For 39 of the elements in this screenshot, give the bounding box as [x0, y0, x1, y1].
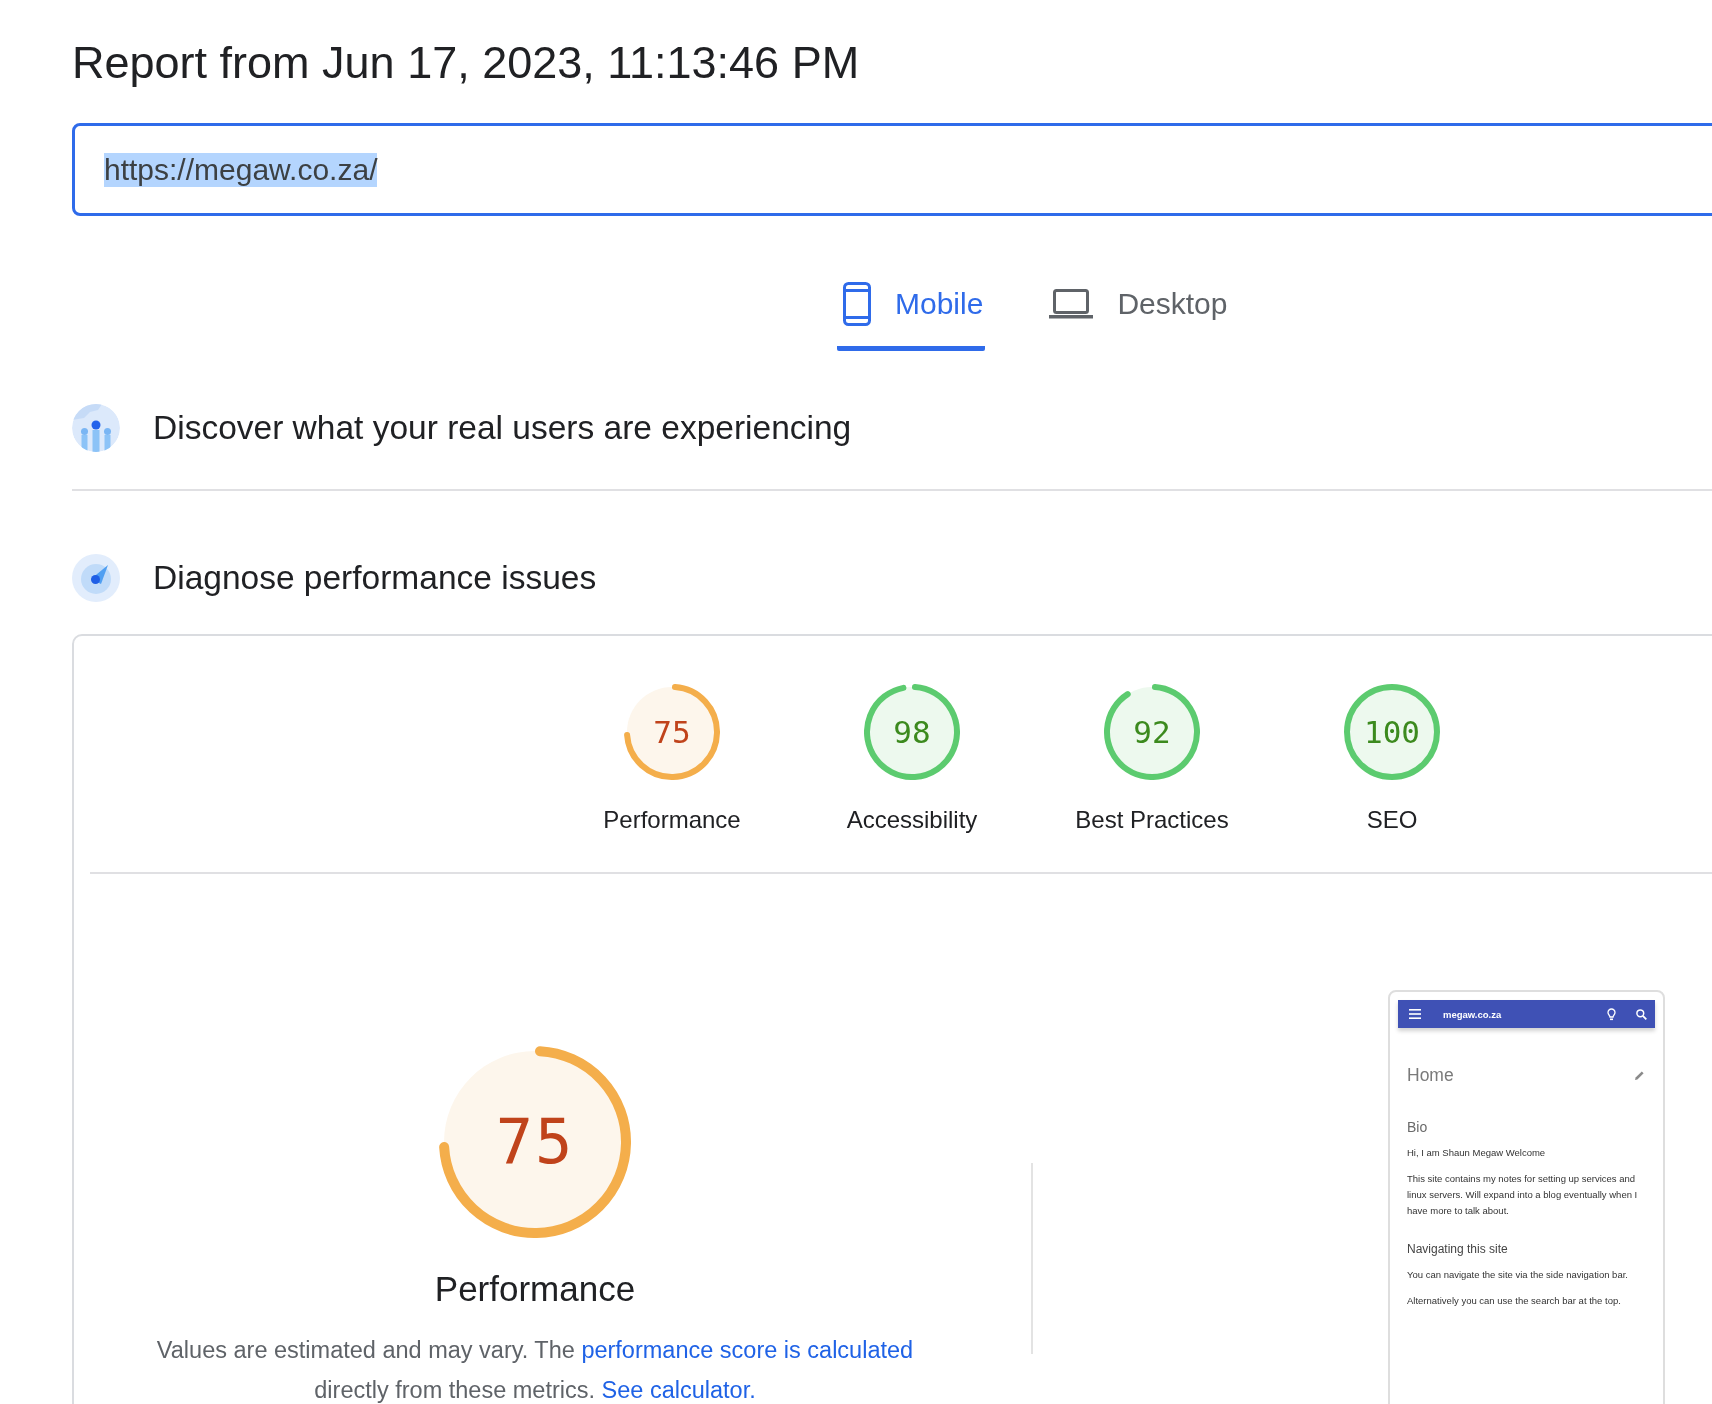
paragraph: Alternatively you can use the search bar at the top. [1407, 1294, 1622, 1308]
category-label: Performance [603, 806, 741, 834]
section-heading: Bio [1407, 1119, 1429, 1135]
dial-icon [72, 554, 120, 602]
paragraph: This site contains my notes for setting up services and linux servers. Will expand into a blog eventually when I have more to talk about. [1407, 1172, 1639, 1218]
score-value: 75 [653, 716, 691, 748]
laptop-icon [1049, 289, 1094, 319]
phone-icon [843, 282, 871, 326]
menu-icon [1409, 1009, 1421, 1019]
inline-link[interactable]: performance score is calculated [581, 1337, 914, 1363]
paragraph: You can navigate the site via the side navigation bar. [1407, 1268, 1629, 1282]
pencil-icon [1634, 1069, 1645, 1081]
score-value: 100 [1364, 716, 1420, 748]
performance-note: Values are estimated and may vary. The performance score is calculated directly from these metrics. See calculator. [155, 1336, 915, 1404]
search-icon [1636, 1008, 1647, 1020]
people-icon [72, 404, 120, 452]
subheading: Navigating this site [1407, 1241, 1509, 1257]
category-title: Performance [434, 1268, 636, 1310]
score-gauge[interactable] [1104, 684, 1200, 780]
paragraph: Hi, I am Shaun Megaw Welcome [1407, 1146, 1547, 1160]
device-tab[interactable]: Mobile [837, 282, 986, 351]
score-value: 75 [495, 1111, 575, 1173]
inline-link[interactable]: See calculator. [601, 1377, 756, 1403]
site-title: megaw.co.za [1443, 1008, 1502, 1020]
page-heading: Home [1407, 1065, 1454, 1085]
score-value: 92 [1133, 716, 1171, 748]
section-heading: Discover what your real users are experiencing [153, 409, 852, 447]
url-field[interactable]: https://megaw.co.za/ [72, 123, 1712, 216]
category-label: SEO [1366, 806, 1418, 834]
report-title: Report from Jun 17, 2023, 11:13:46 PM [72, 36, 860, 89]
category-label: Accessibility [846, 806, 978, 834]
score-gauge[interactable] [624, 684, 720, 780]
section-heading: Diagnose performance issues [153, 559, 597, 597]
score-value: 98 [893, 716, 931, 748]
device-tab[interactable]: Desktop [1043, 282, 1230, 351]
lightbulb-icon [1607, 1007, 1616, 1021]
score-gauge[interactable] [1344, 684, 1440, 780]
score-gauge[interactable] [864, 684, 960, 780]
category-label: Best Practices [1075, 806, 1229, 834]
